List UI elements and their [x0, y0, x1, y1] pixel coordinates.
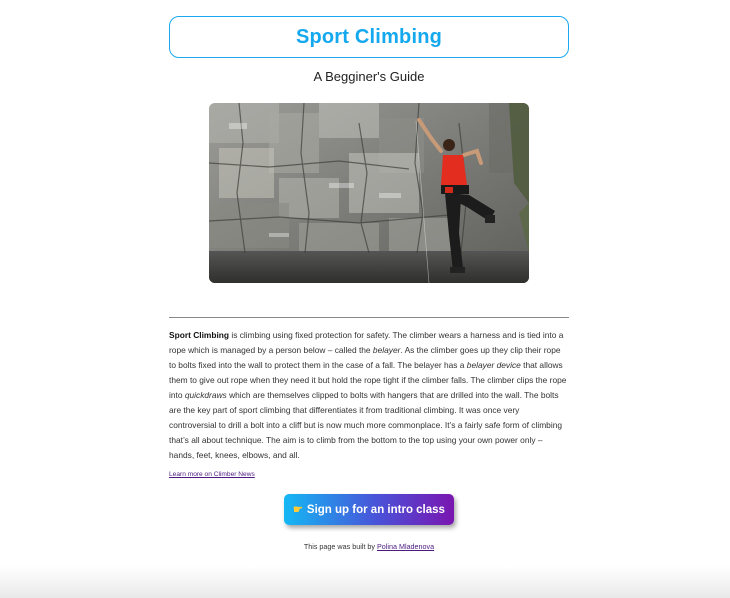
- article-bold-term: Sport Climbing: [169, 330, 230, 340]
- article-text: which are themselves clipped to bolts wi…: [169, 390, 563, 460]
- cta-container: ☛ Sign up for an intro class: [169, 494, 569, 526]
- page-title: Sport Climbing: [295, 25, 443, 48]
- signup-button-label: Sign up for an intro class: [306, 503, 445, 516]
- article-term-belayer: belayer: [372, 345, 401, 355]
- pointing-hand-icon: ☛: [293, 504, 303, 517]
- section-divider: [169, 317, 569, 318]
- article-term-belayer-device: belayer device: [466, 360, 521, 370]
- learn-more-link[interactable]: Learn more on Climber News: [169, 471, 569, 478]
- article-paragraph: Sport Climbing is climbing using fixed p…: [169, 328, 569, 463]
- climber-photo: [209, 103, 529, 283]
- title-card: Sport Climbing: [169, 16, 569, 58]
- page-footer: This page was built by Polina Mladenova: [169, 542, 569, 551]
- page-subtitle: A Begginer's Guide: [313, 69, 425, 84]
- page-content: Sport Climbing A Begginer's Guide Sport …: [169, 16, 569, 551]
- footer-text: This page was built by: [303, 542, 377, 552]
- bottom-fade: [0, 566, 730, 598]
- author-link[interactable]: Polina Mladenova: [377, 542, 434, 551]
- signup-button[interactable]: ☛ Sign up for an intro class: [284, 494, 454, 526]
- article-term-quickdraws: quickdraws: [184, 390, 227, 400]
